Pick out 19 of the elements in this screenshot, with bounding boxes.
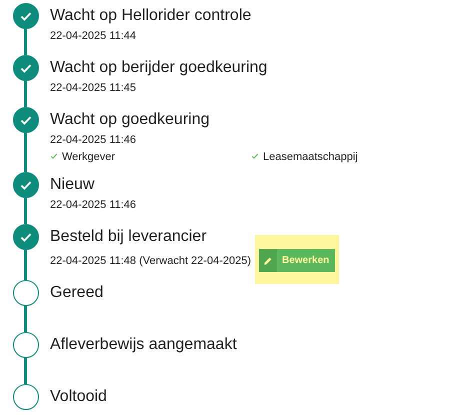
check-icon <box>50 152 58 160</box>
approval-item: Leasemaatschappij <box>251 150 452 164</box>
step-date: 22-04-2025 11:46 <box>50 133 136 148</box>
step-date: 22-04-2025 11:45 <box>50 81 136 96</box>
edit-button[interactable]: Bewerken <box>259 249 336 272</box>
step-title: Besteld bij leverancier <box>50 227 208 247</box>
step-date: 22-04-2025 11:44 <box>50 29 136 44</box>
step-title: Voltooid <box>50 387 108 407</box>
approval-item: Werkgever <box>50 150 251 164</box>
step-title: Afleverbewijs aangemaakt <box>50 335 238 355</box>
step-title: Wacht op Hellorider controle <box>50 6 252 26</box>
step-title: Nieuw <box>50 175 96 195</box>
check-icon <box>251 152 259 160</box>
pencil-icon <box>263 256 273 266</box>
step-date: 22-04-2025 11:48 (Verwacht 22-04-2025) <box>50 254 251 268</box>
step-title: Wacht op goedkeuring <box>50 110 211 130</box>
step-date: 22-04-2025 11:46 <box>50 198 136 213</box>
step-title: Wacht op berijder goedkeuring <box>50 58 268 78</box>
step-title: Gereed <box>50 283 104 303</box>
